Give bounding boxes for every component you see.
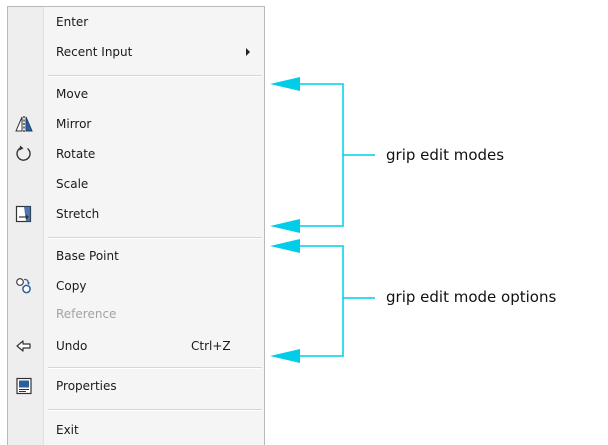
menu-separator	[48, 237, 262, 239]
menu-item-label: Properties	[56, 379, 117, 393]
menu-item-label: Undo	[56, 339, 88, 353]
rotate-icon	[16, 145, 31, 161]
callout-arrow-move	[270, 77, 300, 91]
menu-item-shortcut: Ctrl+Z	[191, 339, 231, 353]
menu-item-label: Rotate	[56, 147, 96, 161]
menu-item-copy[interactable]: Copy	[8, 273, 264, 301]
menu-item-label: Enter	[56, 15, 89, 29]
menu-item-scale[interactable]: Scale	[8, 171, 264, 199]
callout-arrow-base-point	[270, 239, 300, 253]
menu-item-recent-input[interactable]: Recent Input	[8, 39, 264, 67]
menu-item-exit[interactable]: Exit	[8, 417, 264, 445]
menu-item-mirror[interactable]: Mirror	[8, 111, 264, 139]
menu-item-label: Exit	[56, 423, 79, 437]
stretch-icon	[15, 205, 32, 223]
mirror-icon	[15, 116, 33, 132]
annotation-grip-edit-modes: grip edit modes	[386, 146, 505, 164]
menu-item-undo[interactable]: Undo Ctrl+Z	[8, 333, 264, 361]
menu-separator	[48, 75, 262, 77]
properties-icon	[16, 377, 32, 395]
menu-item-label: Copy	[56, 279, 87, 293]
menu-item-base-point[interactable]: Base Point	[8, 243, 264, 271]
menu-item-label: Move	[56, 87, 89, 101]
menu-item-label: Reference	[56, 307, 117, 321]
copy-icon	[16, 278, 31, 294]
callout-bracket-options	[300, 245, 375, 357]
menu-item-move[interactable]: Move	[8, 81, 264, 109]
callout-arrow-undo	[270, 349, 300, 363]
menu-item-label: Recent Input	[56, 45, 133, 59]
menu-separator	[48, 367, 262, 369]
callout-arrow-stretch	[270, 219, 300, 233]
undo-icon	[16, 340, 31, 352]
annotation-grip-edit-mode-options: grip edit mode options	[386, 288, 557, 306]
menu-item-label: Stretch	[56, 207, 100, 221]
submenu-arrow-icon	[246, 48, 250, 56]
menu-item-label: Base Point	[56, 249, 119, 263]
grip-context-menu: Enter Recent Input Move Mirror Rotate Sc…	[7, 6, 265, 445]
menu-item-label: Scale	[56, 177, 89, 191]
menu-item-enter[interactable]: Enter	[8, 9, 264, 37]
menu-item-reference[interactable]: Reference	[8, 301, 264, 329]
menu-separator	[48, 409, 262, 411]
menu-item-properties[interactable]: Properties	[8, 373, 264, 401]
callout-bracket-modes	[300, 83, 375, 227]
menu-item-stretch[interactable]: Stretch	[8, 201, 264, 229]
menu-item-label: Mirror	[56, 117, 92, 131]
menu-item-rotate[interactable]: Rotate	[8, 141, 264, 169]
